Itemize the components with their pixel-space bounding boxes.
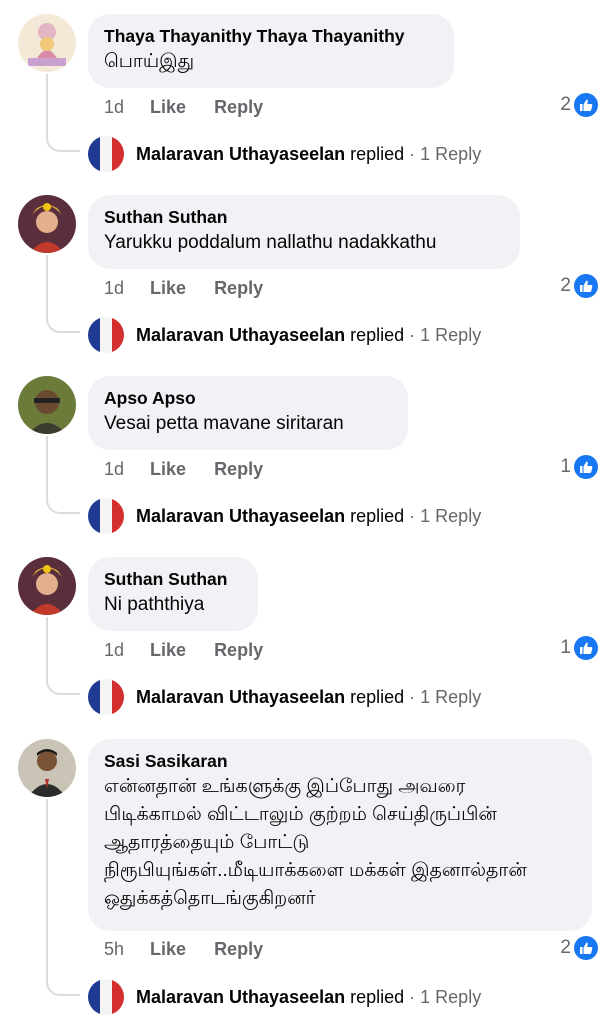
french-flag-avatar [88, 679, 124, 715]
comment-bubble: Thaya Thayanithy Thaya Thayanithy பொய்இத… [88, 14, 454, 88]
reply-verb: replied [350, 505, 405, 526]
reaction-count: 2 [560, 937, 571, 958]
view-replies-link[interactable]: Malaravan Uthayaseelan replied · 1 Reply [88, 317, 481, 353]
reaction-summary[interactable]: 1 [560, 636, 598, 660]
reply-author: Malaravan Uthayaseelan [136, 324, 346, 345]
comment-bubble: Apso Apso Vesai petta mavane siritaran [88, 376, 408, 450]
avatar[interactable] [18, 14, 76, 72]
comment-text: Ni paththiya [104, 594, 205, 615]
reply-button[interactable]: Reply [214, 640, 263, 661]
comment-text: பொய்இது [104, 51, 195, 72]
comment-author[interactable]: Suthan Suthan [104, 568, 242, 591]
reply-count: 1 Reply [420, 324, 482, 345]
reply-count: 1 Reply [420, 686, 482, 707]
reaction-count: 1 [560, 637, 571, 658]
comment-text: Yarukku poddalum nallathu nadakkathu [104, 232, 437, 253]
comment-author[interactable]: Thaya Thayanithy Thaya Thayanithy [104, 25, 438, 48]
comment-text: Vesai petta mavane siritaran [104, 413, 344, 434]
french-flag-avatar [88, 136, 124, 172]
comment-time[interactable]: 1d [104, 640, 124, 661]
like-button[interactable]: Like [150, 459, 186, 480]
reaction-summary[interactable]: 1 [560, 455, 598, 479]
avatar[interactable] [18, 195, 76, 253]
comment-bubble: Suthan Suthan Ni paththiya [88, 557, 258, 631]
comment-time[interactable]: 1d [104, 97, 124, 118]
like-button[interactable]: Like [150, 97, 186, 118]
comment-author[interactable]: Suthan Suthan [104, 206, 504, 229]
reply-verb: replied [350, 986, 405, 1007]
separator-dot: · [409, 686, 416, 707]
comment-time[interactable]: 1d [104, 278, 124, 299]
separator-dot: · [409, 986, 416, 1007]
reaction-summary[interactable]: 2 [560, 274, 598, 298]
reply-author: Malaravan Uthayaseelan [136, 686, 346, 707]
comment-bubble: Suthan Suthan Yarukku poddalum nallathu … [88, 195, 520, 269]
like-thumbs-up-icon [574, 636, 598, 660]
thread-connector [46, 799, 80, 996]
comment-time[interactable]: 1d [104, 459, 124, 480]
view-replies-link[interactable]: Malaravan Uthayaseelan replied · 1 Reply [88, 979, 481, 1015]
comment-actions: 1d Like Reply [104, 97, 291, 118]
comment-actions: 5h Like Reply [104, 939, 291, 960]
like-thumbs-up-icon [574, 936, 598, 960]
reaction-summary[interactable]: 2 [560, 936, 598, 960]
thread-connector [46, 74, 80, 152]
comment-author[interactable]: Sasi Sasikaran [104, 750, 576, 773]
reaction-summary[interactable]: 2 [560, 93, 598, 117]
reply-author: Malaravan Uthayaseelan [136, 143, 346, 164]
comment-time[interactable]: 5h [104, 939, 124, 960]
separator-dot: · [409, 143, 416, 164]
thread-connector [46, 617, 80, 695]
comment-text: என்னதான் உங்களுக்கு இப்போது அவரை பிடிக்க… [104, 776, 527, 909]
avatar[interactable] [18, 739, 76, 797]
reply-verb: replied [350, 324, 405, 345]
reply-count: 1 Reply [420, 986, 482, 1007]
like-button[interactable]: Like [150, 939, 186, 960]
reply-verb: replied [350, 686, 405, 707]
reply-count: 1 Reply [420, 143, 482, 164]
reply-count: 1 Reply [420, 505, 482, 526]
comment-actions: 1d Like Reply [104, 640, 291, 661]
reply-author: Malaravan Uthayaseelan [136, 986, 346, 1007]
comment-bubble: Sasi Sasikaran என்னதான் உங்களுக்கு இப்போ… [88, 739, 592, 931]
like-thumbs-up-icon [574, 93, 598, 117]
reply-verb: replied [350, 143, 405, 164]
french-flag-avatar [88, 317, 124, 353]
thread-connector [46, 255, 80, 333]
view-replies-link[interactable]: Malaravan Uthayaseelan replied · 1 Reply [88, 498, 481, 534]
reaction-count: 2 [560, 94, 571, 115]
view-replies-link[interactable]: Malaravan Uthayaseelan replied · 1 Reply [88, 679, 481, 715]
reaction-count: 2 [560, 275, 571, 296]
reply-button[interactable]: Reply [214, 459, 263, 480]
reply-author: Malaravan Uthayaseelan [136, 505, 346, 526]
like-button[interactable]: Like [150, 640, 186, 661]
french-flag-avatar [88, 498, 124, 534]
like-thumbs-up-icon [574, 274, 598, 298]
view-replies-link[interactable]: Malaravan Uthayaseelan replied · 1 Reply [88, 136, 481, 172]
reaction-count: 1 [560, 456, 571, 477]
separator-dot: · [409, 324, 416, 345]
reply-button[interactable]: Reply [214, 939, 263, 960]
reply-button[interactable]: Reply [214, 278, 263, 299]
comment-actions: 1d Like Reply [104, 278, 291, 299]
comment-author[interactable]: Apso Apso [104, 387, 392, 410]
thread-connector [46, 436, 80, 514]
reply-button[interactable]: Reply [214, 97, 263, 118]
comment-actions: 1d Like Reply [104, 459, 291, 480]
avatar[interactable] [18, 557, 76, 615]
like-thumbs-up-icon [574, 455, 598, 479]
avatar[interactable] [18, 376, 76, 434]
like-button[interactable]: Like [150, 278, 186, 299]
french-flag-avatar [88, 979, 124, 1015]
separator-dot: · [409, 505, 416, 526]
